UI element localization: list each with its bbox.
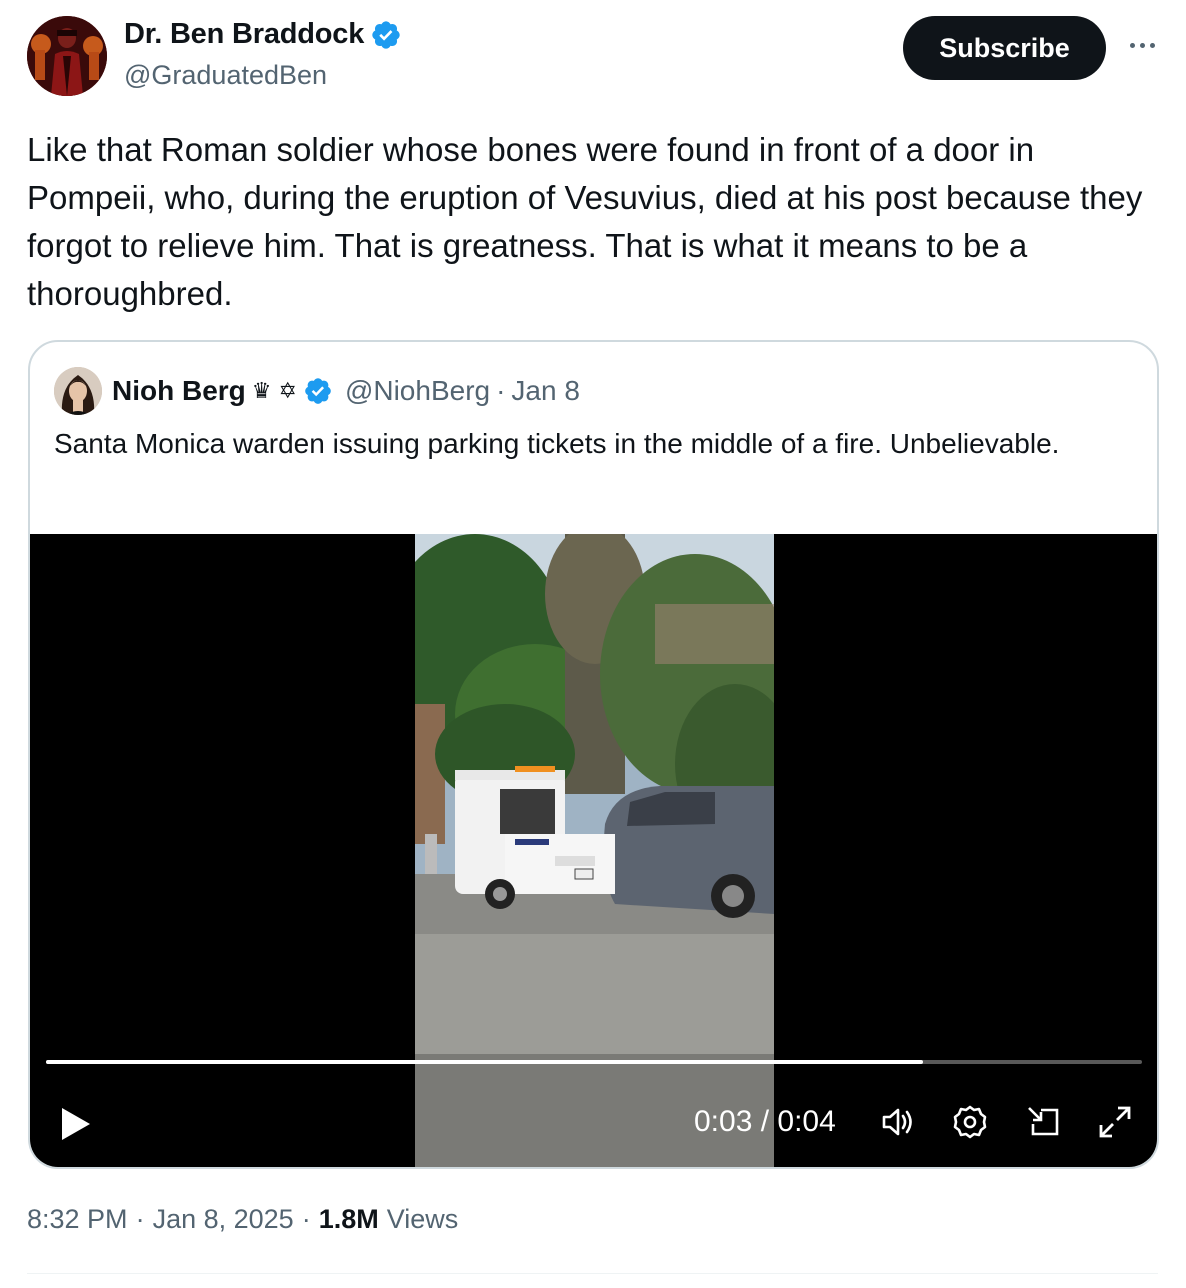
views-count: 1.8M [318, 1204, 379, 1234]
divider [27, 1273, 1158, 1274]
tweet-text: Like that Roman soldier whose bones were… [27, 131, 1143, 312]
fullscreen-icon[interactable] [1095, 1102, 1135, 1142]
views-label: Views [386, 1204, 459, 1234]
meta-separator: · [301, 1204, 311, 1234]
tweet: Dr. Ben Braddock @GraduatedBen Subscribe… [0, 0, 1186, 1288]
more-icon[interactable] [1122, 30, 1162, 60]
pip-icon[interactable] [1023, 1102, 1063, 1142]
quoted-tweet[interactable]: Nioh Berg ♛ ✡ @NiohBerg · Jan 8 Santa Mo… [28, 340, 1159, 1169]
verified-badge-icon [305, 378, 331, 404]
video-player[interactable]: 0:03 / 0:04 [30, 534, 1157, 1167]
video-progress-bar[interactable] [46, 1060, 1142, 1064]
tweet-meta: 8:32 PM · Jan 8, 2025 · 1.8M Views [27, 1204, 458, 1235]
tweet-date[interactable]: Jan 8, 2025 [153, 1204, 294, 1235]
quoted-name-emojis: ♛ ✡ [251, 378, 297, 404]
quoted-separator: · [496, 375, 506, 406]
play-icon[interactable] [58, 1104, 94, 1144]
quoted-handle[interactable]: @NiohBerg [345, 375, 490, 407]
verified-badge-icon [372, 20, 400, 49]
video-progress-fill [46, 1060, 923, 1064]
quoted-name[interactable]: Nioh Berg [112, 375, 246, 407]
author-name[interactable]: Dr. Ben Braddock [124, 18, 364, 51]
author-name-row[interactable]: Dr. Ben Braddock [124, 18, 402, 51]
video-time: 0:03 / 0:04 [694, 1105, 836, 1138]
volume-icon[interactable] [878, 1102, 918, 1142]
quoted-avatar[interactable] [54, 367, 102, 415]
author-avatar[interactable] [27, 16, 107, 96]
quoted-date[interactable]: Jan 8 [511, 375, 580, 407]
subscribe-button[interactable]: Subscribe [903, 16, 1106, 80]
quoted-text: Santa Monica warden issuing parking tick… [54, 428, 1060, 459]
author-handle[interactable]: @GraduatedBen [124, 60, 327, 91]
tweet-time[interactable]: 8:32 PM [27, 1204, 128, 1235]
video-frame [415, 534, 774, 1167]
meta-separator: · [135, 1204, 145, 1234]
quoted-header: Nioh Berg ♛ ✡ @NiohBerg · Jan 8 [54, 366, 580, 416]
settings-icon[interactable] [950, 1102, 990, 1142]
